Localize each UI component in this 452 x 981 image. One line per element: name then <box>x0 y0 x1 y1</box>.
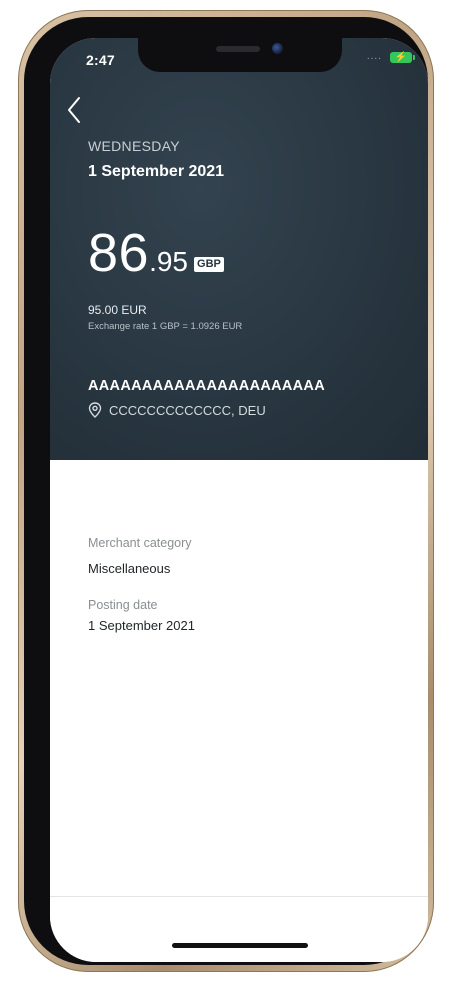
phone-screen: 2:47 .... ⚡ WEDNESDAY 1 September 2021 8… <box>50 38 428 962</box>
merchant-category-label: Merchant category <box>88 536 192 550</box>
transaction-details: Merchant category Miscellaneous Posting … <box>50 460 428 962</box>
location-pin-icon <box>88 402 102 418</box>
merchant-name: AAAAAAAAAAAAAAAAAAAAAA <box>88 378 325 394</box>
front-camera <box>272 43 283 54</box>
posting-date-value: 1 September 2021 <box>88 618 195 633</box>
merchant-location: CCCCCCCCCCCCC, DEU <box>88 402 266 418</box>
notch <box>138 38 342 72</box>
home-indicator[interactable] <box>172 943 308 948</box>
currency-badge: GBP <box>194 257 224 272</box>
location-text: CCCCCCCCCCCCC, DEU <box>109 402 266 418</box>
transaction-amount: 86.95 GBP <box>88 222 224 284</box>
weekday-label: WEDNESDAY <box>88 138 180 154</box>
amount-integer: 86 <box>88 223 150 283</box>
back-button[interactable] <box>64 94 86 126</box>
battery-charging-icon: ⚡ <box>390 52 415 63</box>
converted-amount: 95.00 EUR <box>88 303 147 317</box>
merchant-category-value: Miscellaneous <box>88 561 171 576</box>
chevron-left-icon <box>68 97 80 123</box>
posting-date-label: Posting date <box>88 598 158 612</box>
bolt-icon: ⚡ <box>394 52 408 63</box>
status-time: 2:47 <box>86 52 115 68</box>
bottom-divider <box>50 896 428 897</box>
transaction-header: 2:47 .... ⚡ WEDNESDAY 1 September 2021 8… <box>50 38 428 460</box>
page: 2:47 .... ⚡ WEDNESDAY 1 September 2021 8… <box>0 0 452 981</box>
transaction-date: 1 September 2021 <box>88 163 225 180</box>
speaker-grille <box>216 46 260 52</box>
amount-decimal: .95 <box>149 246 189 277</box>
signal-indicator: .... <box>366 51 382 62</box>
exchange-rate: Exchange rate 1 GBP = 1.0926 EUR <box>88 321 243 332</box>
